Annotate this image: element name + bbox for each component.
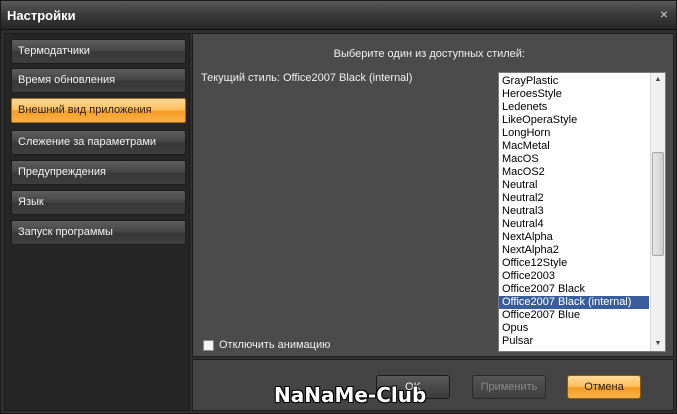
watermark-text: NaNaMe-Club — [274, 383, 427, 407]
title-bar[interactable]: Настройки × — [1, 1, 676, 30]
listbox-scrollbar[interactable]: ▲ ▼ — [650, 73, 665, 351]
style-list-item[interactable]: MacOS2 — [499, 166, 649, 179]
style-list-item[interactable]: Neutral3 — [499, 205, 649, 218]
disable-animation-checkbox[interactable] — [203, 339, 214, 351]
scroll-up-icon[interactable]: ▲ — [651, 73, 665, 87]
style-list-item[interactable]: Opus — [499, 322, 649, 335]
settings-sidebar: Термодатчики Время обновления Внешний ви… — [4, 33, 190, 411]
style-list-item[interactable]: NextAlpha2 — [499, 244, 649, 257]
style-listbox[interactable]: GrayPlastic HeroesStyle Ledenets LikeOperaS… — [498, 72, 666, 352]
style-list-item[interactable]: LongHorn — [499, 127, 649, 140]
sidebar-item-appearance[interactable]: Внешний вид приложения — [11, 98, 186, 123]
sidebar-item-sensors[interactable]: Термодатчики — [11, 39, 186, 64]
appearance-panel: Выберите один из доступных стилей: Текущ… — [192, 33, 674, 357]
style-list-item[interactable]: Office2007 Black — [499, 283, 649, 296]
disable-animation-label: Отключить анимацию — [219, 339, 331, 351]
apply-button[interactable]: Применить — [472, 375, 546, 399]
scroll-thumb[interactable] — [652, 152, 664, 256]
style-list: GrayPlastic HeroesStyle Ledenets LikeOperaS… — [499, 75, 649, 348]
style-list-item[interactable]: Neutral — [499, 179, 649, 192]
sidebar-item-warnings[interactable]: Предупреждения — [11, 160, 186, 185]
close-icon[interactable]: × — [656, 6, 672, 22]
sidebar-item-language[interactable]: Язык — [11, 190, 186, 215]
style-list-item[interactable]: Ledenets — [499, 101, 649, 114]
style-list-item[interactable]: MacMetal — [499, 140, 649, 153]
current-style-label: Текущий стиль: Office2007 Black (interna… — [201, 72, 413, 84]
style-list-item[interactable]: Office2007 Blue — [499, 309, 649, 322]
style-list-item[interactable]: LikeOperaStyle — [499, 114, 649, 127]
sidebar-item-monitoring[interactable]: Слежение за параметрами — [11, 130, 186, 155]
cancel-button[interactable]: Отмена — [567, 375, 641, 399]
style-list-item[interactable]: Neutral4 — [499, 218, 649, 231]
style-list-item[interactable]: MacOS — [499, 153, 649, 166]
dialog-footer: OK Применить Отмена — [192, 359, 674, 411]
style-list-item[interactable]: Office2007 Black (internal) — [499, 296, 649, 309]
style-prompt: Выберите один из доступных стилей: — [333, 48, 525, 60]
scroll-down-icon[interactable]: ▼ — [651, 337, 665, 351]
sidebar-item-update-time[interactable]: Время обновления — [11, 68, 186, 93]
style-list-item[interactable]: Pulsar — [499, 335, 649, 348]
style-list-item[interactable]: Office12Style — [499, 257, 649, 270]
style-list-item[interactable]: NextAlpha — [499, 231, 649, 244]
window-title: Настройки — [7, 8, 76, 23]
style-list-item[interactable]: HeroesStyle — [499, 88, 649, 101]
settings-window: Настройки × Термодатчики Время обновлени… — [0, 0, 677, 414]
style-list-item[interactable]: GrayPlastic — [499, 75, 649, 88]
style-list-item[interactable]: Neutral2 — [499, 192, 649, 205]
sidebar-item-startup[interactable]: Запуск программы — [11, 220, 186, 245]
disable-animation-option[interactable]: Отключить анимацию — [203, 338, 330, 352]
style-list-item[interactable]: Office2003 — [499, 270, 649, 283]
